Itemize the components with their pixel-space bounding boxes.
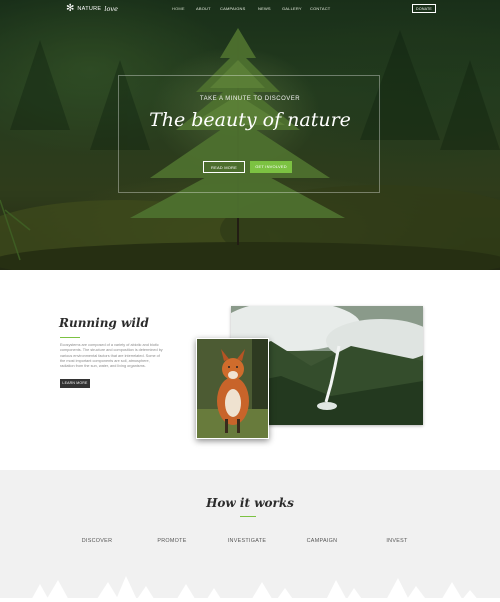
nav-item-gallery[interactable]: GALLERY — [282, 6, 310, 11]
learn-more-button[interactable]: LEARN MORE — [60, 379, 90, 388]
nav-item-contact[interactable]: CONTACT — [310, 6, 340, 11]
nav-item-news[interactable]: NEWS — [258, 6, 282, 11]
hero-subtitle: TAKE A MINUTE TO DISCOVER — [199, 96, 301, 102]
nav-item-home[interactable]: HOME — [172, 6, 196, 11]
nav-item-campaigns[interactable]: CAMPAIGNS — [220, 6, 258, 11]
step-campaign[interactable]: CAMPAIGN — [292, 538, 352, 544]
hero-frame — [118, 75, 380, 193]
top-navigation: ✻ NATURE love HOME ABOUT CAMPAIGNS NEWS … — [0, 0, 500, 18]
step-invest[interactable]: INVEST — [367, 538, 427, 544]
get-involved-button[interactable]: GET INVOLVED — [250, 161, 292, 173]
step-promote[interactable]: PROMOTE — [142, 538, 202, 544]
running-wild-text: Ecosystems are composed of a variety of … — [60, 343, 163, 369]
nav-item-about[interactable]: ABOUT — [196, 6, 214, 11]
how-it-works-section: How it works DISCOVER PROMOTE INVESTIGAT… — [0, 470, 500, 602]
hero-title: The beauty of nature — [149, 109, 351, 131]
tree-silhouette-decoration — [0, 576, 500, 602]
hero-section: ✻ NATURE love HOME ABOUT CAMPAIGNS NEWS … — [0, 0, 500, 270]
title-underline — [240, 516, 256, 517]
snowflake-icon: ✻ — [66, 3, 75, 14]
step-discover[interactable]: DISCOVER — [67, 538, 127, 544]
fox-image — [197, 339, 268, 438]
title-underline — [60, 337, 80, 338]
main-menu: HOME ABOUT CAMPAIGNS NEWS GALLERY CONTAC… — [172, 6, 340, 11]
logo-script: love — [104, 5, 118, 13]
logo[interactable]: ✻ NATURE love — [66, 4, 118, 14]
donate-button[interactable]: DONATE — [412, 4, 436, 13]
running-wild-title: Running wild — [59, 316, 149, 330]
how-it-works-title: How it works — [206, 496, 294, 510]
read-more-button[interactable]: READ MORE — [203, 161, 245, 173]
fox-photo — [196, 338, 269, 439]
logo-text: NATURE — [77, 6, 102, 12]
step-investigate[interactable]: INVESTIGATE — [217, 538, 277, 544]
